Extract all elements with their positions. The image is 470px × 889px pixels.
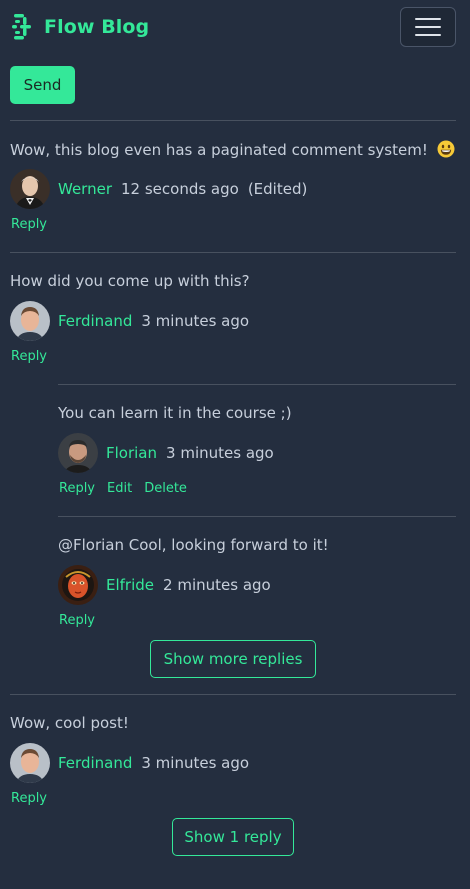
navbar: Flow Blog: [0, 0, 470, 56]
author-name[interactable]: Ferdinand: [58, 754, 132, 772]
reply-button[interactable]: Reply: [11, 349, 47, 364]
comment-meta: Werner 12 seconds ago (Edited): [10, 169, 307, 209]
comment-text: How did you come up with this?: [10, 272, 250, 290]
edit-button[interactable]: Edit: [107, 481, 132, 496]
hamburger-menu-button[interactable]: [400, 7, 456, 47]
hamburger-menu-icon: [415, 18, 441, 20]
reply-text: @Florian Cool, looking forward to it!: [58, 536, 329, 554]
reply-meta: Elfride 2 minutes ago: [58, 565, 271, 605]
timestamp: 3 minutes ago: [166, 444, 274, 462]
flow-logo-icon: [12, 14, 31, 40]
divider: [10, 252, 456, 253]
edited-label: (Edited): [247, 180, 308, 198]
grinning-face-emoji: [437, 140, 455, 158]
reply-button[interactable]: Reply: [11, 791, 47, 806]
comment-text: Wow, this blog even has a paginated comm…: [10, 140, 455, 159]
reply-button[interactable]: Reply: [59, 481, 95, 496]
reply-button[interactable]: Reply: [11, 217, 47, 232]
reply-meta: Florian 3 minutes ago: [58, 433, 274, 473]
timestamp: 3 minutes ago: [141, 312, 250, 330]
avatar[interactable]: [58, 565, 98, 605]
brand-name: Flow Blog: [44, 16, 150, 38]
reply-text: You can learn it in the course ;): [58, 404, 292, 422]
timestamp: 12 seconds ago: [121, 180, 239, 198]
comment-meta: Ferdinand 3 minutes ago: [10, 301, 249, 341]
reply-actions: Reply: [59, 613, 95, 628]
delete-button[interactable]: Delete: [144, 481, 187, 496]
author-name[interactable]: Elfride: [106, 576, 154, 594]
divider: [10, 694, 456, 695]
comment-actions: Reply: [11, 349, 47, 364]
timestamp: 2 minutes ago: [163, 576, 271, 594]
comment-text: Wow, cool post!: [10, 714, 129, 732]
divider: [58, 516, 456, 517]
author-name[interactable]: Florian: [106, 444, 157, 462]
show-replies-button[interactable]: Show 1 reply: [172, 818, 294, 856]
comment-actions: Reply: [11, 217, 47, 232]
avatar[interactable]: [58, 433, 98, 473]
avatar[interactable]: [10, 301, 50, 341]
divider: [58, 384, 456, 385]
timestamp: 3 minutes ago: [141, 754, 250, 772]
show-more-replies-button[interactable]: Show more replies: [150, 640, 316, 678]
divider: [10, 120, 456, 121]
brand-link[interactable]: Flow Blog: [12, 13, 149, 41]
reply-actions: Reply Edit Delete: [59, 481, 187, 496]
reply-button[interactable]: Reply: [59, 613, 95, 628]
comment-meta: Ferdinand 3 minutes ago: [10, 743, 249, 783]
send-button[interactable]: Send: [10, 66, 75, 104]
author-name[interactable]: Werner: [58, 180, 112, 198]
avatar[interactable]: [10, 169, 50, 209]
author-name[interactable]: Ferdinand: [58, 312, 132, 330]
comment-actions: Reply: [11, 791, 47, 806]
avatar[interactable]: [10, 743, 50, 783]
